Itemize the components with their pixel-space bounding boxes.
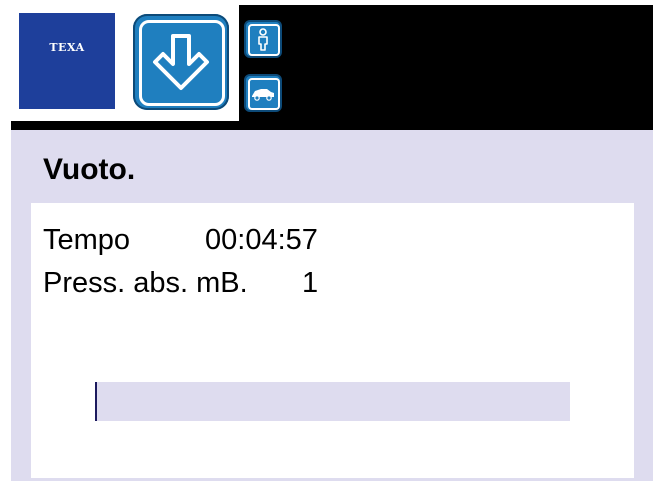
time-label: Tempo bbox=[43, 224, 131, 256]
person-glyph bbox=[258, 28, 268, 51]
pressure-value: 1 bbox=[302, 267, 319, 299]
page-title: Vuoto. bbox=[43, 153, 136, 186]
logo-text: TEXA bbox=[49, 41, 85, 54]
download-arrow-icon[interactable] bbox=[133, 14, 229, 110]
time-value: 00:04:57 bbox=[205, 224, 318, 256]
pressure-label: Press. abs. mB. bbox=[43, 267, 248, 299]
progress-fill bbox=[95, 382, 97, 421]
progress-bar bbox=[95, 382, 570, 421]
car-icon[interactable] bbox=[244, 74, 282, 112]
device-screen: TEXA Vuoto. Tempo 00:04:57 Press. abs. m… bbox=[0, 0, 653, 481]
person-icon[interactable] bbox=[244, 20, 282, 58]
arrow-down-glyph bbox=[153, 34, 209, 90]
texa-logo: TEXA bbox=[19, 13, 115, 109]
car-glyph bbox=[252, 89, 274, 101]
